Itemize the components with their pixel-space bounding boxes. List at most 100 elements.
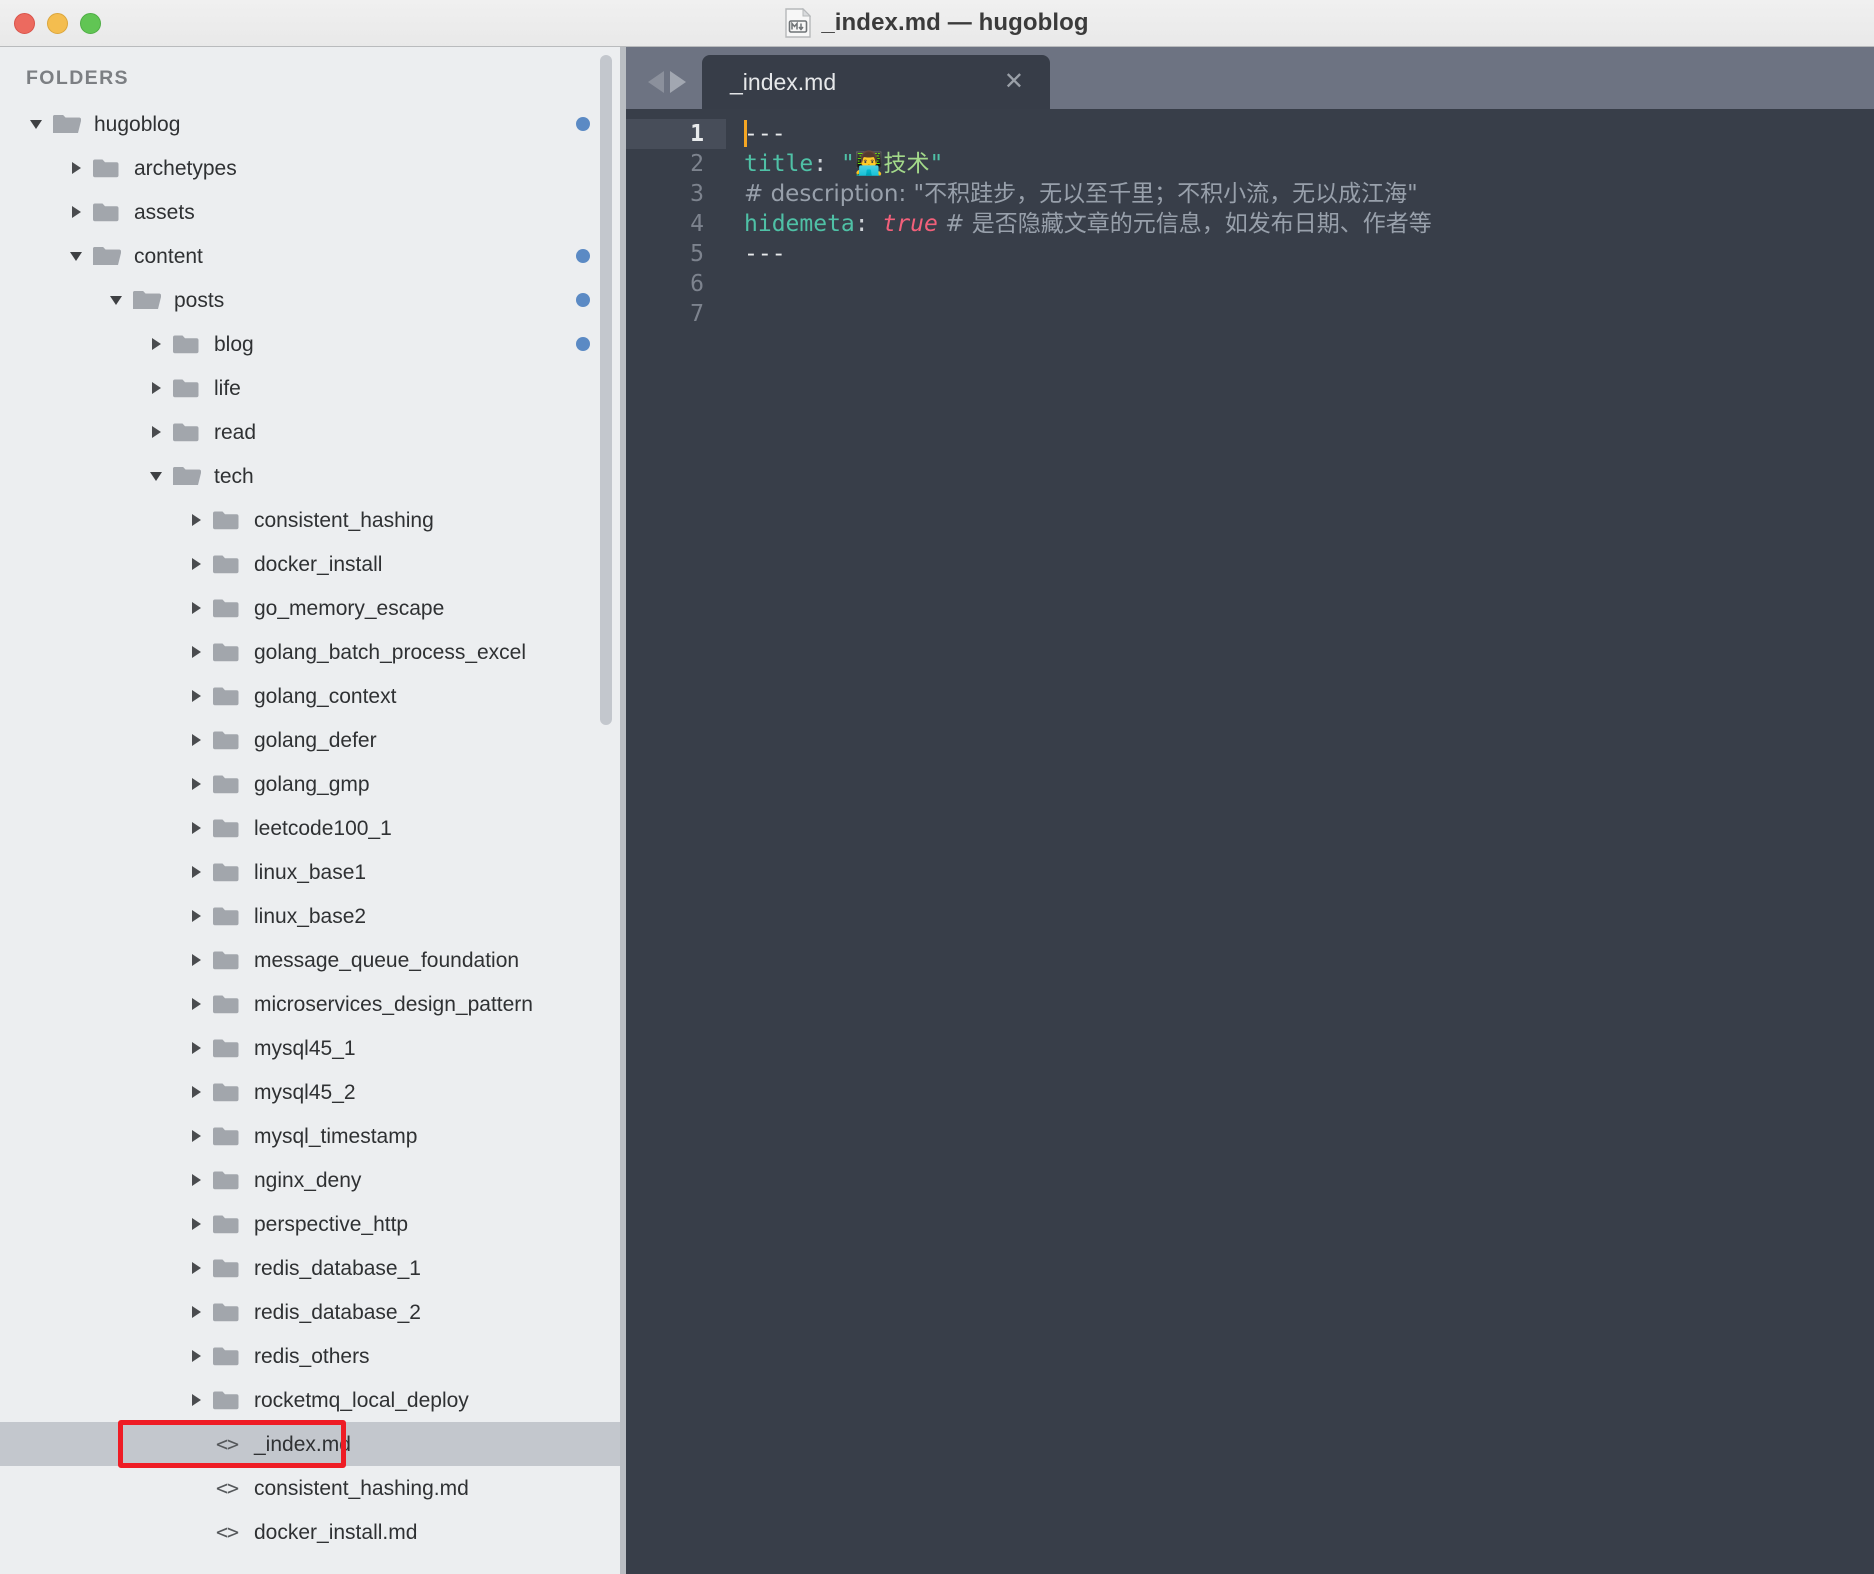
tree-folder-row[interactable]: golang_gmp	[0, 762, 620, 806]
close-icon[interactable]: ✕	[964, 70, 1050, 94]
tree-folder-row[interactable]: hugoblog	[0, 102, 620, 146]
modified-indicator-dot	[576, 293, 590, 307]
tree-folder-row[interactable]: mysql45_2	[0, 1070, 620, 1114]
tree-folder-row[interactable]: golang_batch_process_excel	[0, 630, 620, 674]
chevron-right-icon[interactable]	[186, 1346, 206, 1366]
chevron-right-icon[interactable]	[186, 554, 206, 574]
folder-icon	[212, 1300, 242, 1324]
triangle-right-icon[interactable]	[670, 71, 686, 93]
chevron-right-icon[interactable]	[186, 950, 206, 970]
chevron-right-icon[interactable]	[186, 686, 206, 706]
folder-icon	[212, 1036, 242, 1060]
code-content[interactable]: --- title: "👨‍💻技术" # description: "不积跬步，无以…	[726, 109, 1874, 1574]
tree-folder-row[interactable]: tech	[0, 454, 620, 498]
tree-folder-row[interactable]: docker_install	[0, 542, 620, 586]
tree-item-label: hugoblog	[94, 112, 181, 136]
tree-folder-row[interactable]: mysql_timestamp	[0, 1114, 620, 1158]
tree-file-row[interactable]: <> consistent_hashing.md	[0, 1466, 620, 1510]
chevron-down-icon[interactable]	[26, 114, 46, 134]
chevron-right-icon[interactable]	[186, 510, 206, 530]
tree-folder-row[interactable]: posts	[0, 278, 620, 322]
tree-folder-row[interactable]: linux_base1	[0, 850, 620, 894]
chevron-right-icon[interactable]	[186, 1126, 206, 1146]
tree-file-row[interactable]: <> _index.md	[0, 1422, 620, 1466]
code-file-icon: <>	[215, 1520, 239, 1544]
tree-folder-row[interactable]: blog	[0, 322, 620, 366]
folder-icon	[212, 1212, 242, 1236]
chevron-right-icon[interactable]	[186, 598, 206, 618]
tree-item-label: archetypes	[134, 156, 237, 180]
minimize-window-button[interactable]	[47, 12, 68, 34]
editor-area[interactable]: 1234567 --- title: "👨‍💻技术" # description: …	[626, 109, 1874, 1574]
tree-item-label: tech	[214, 464, 254, 488]
chevron-right-icon[interactable]	[186, 1082, 206, 1102]
window-controls[interactable]	[0, 12, 101, 34]
sidebar-scrollbar-track[interactable]	[600, 47, 612, 1574]
tree-folder-row[interactable]: archetypes	[0, 146, 620, 190]
chevron-right-icon[interactable]	[186, 906, 206, 926]
tree-folder-row[interactable]: assets	[0, 190, 620, 234]
chevron-right-icon[interactable]	[186, 994, 206, 1014]
tab-index-md[interactable]: _index.md ✕	[702, 55, 1050, 109]
zoom-window-button[interactable]	[80, 12, 101, 34]
chevron-right-icon[interactable]	[66, 202, 86, 222]
chevron-right-icon[interactable]	[186, 1302, 206, 1322]
chevron-right-icon[interactable]	[186, 730, 206, 750]
chevron-right-icon[interactable]	[186, 774, 206, 794]
folder-icon	[212, 640, 242, 664]
tree-folder-row[interactable]: redis_others	[0, 1334, 620, 1378]
chevron-right-icon[interactable]	[186, 818, 206, 838]
folder-tree[interactable]: hugoblog archetypes assets content posts blog…	[0, 102, 620, 1554]
chevron-right-icon[interactable]	[186, 1170, 206, 1190]
tree-folder-row[interactable]: rocketmq_local_deploy	[0, 1378, 620, 1422]
chevron-right-icon[interactable]	[146, 378, 166, 398]
chevron-right-icon[interactable]	[186, 642, 206, 662]
tree-item-label: linux_base2	[254, 904, 367, 928]
tree-folder-row[interactable]: content	[0, 234, 620, 278]
tab-bar: _index.md ✕	[626, 47, 1874, 109]
editor-pane: _index.md ✕ 1234567 --- title: "👨‍💻技术" # d…	[626, 47, 1874, 1574]
sidebar-scrollbar-thumb[interactable]	[600, 55, 612, 725]
chevron-right-icon[interactable]	[186, 1390, 206, 1410]
tree-file-row[interactable]: <> docker_install.md	[0, 1510, 620, 1554]
chevron-right-icon[interactable]	[66, 158, 86, 178]
code-line[interactable]: # description: "不积跬步，无以至千里；不积小流，无以成江海"	[744, 179, 1874, 209]
tree-folder-row[interactable]: golang_defer	[0, 718, 620, 762]
tree-folder-row[interactable]: leetcode100_1	[0, 806, 620, 850]
tree-folder-row[interactable]: consistent_hashing	[0, 498, 620, 542]
tree-folder-row[interactable]: life	[0, 366, 620, 410]
chevron-down-icon[interactable]	[66, 246, 86, 266]
tree-item-label: linux_base1	[254, 860, 367, 884]
triangle-left-icon[interactable]	[648, 71, 664, 93]
tree-folder-row[interactable]: perspective_http	[0, 1202, 620, 1246]
window-title: _index.md — hugoblog	[821, 9, 1089, 36]
chevron-right-icon[interactable]	[146, 334, 166, 354]
tree-item-label: nginx_deny	[254, 1168, 362, 1192]
tree-folder-row[interactable]: mysql45_1	[0, 1026, 620, 1070]
chevron-right-icon[interactable]	[186, 1258, 206, 1278]
tree-folder-row[interactable]: golang_context	[0, 674, 620, 718]
tree-folder-row[interactable]: go_memory_escape	[0, 586, 620, 630]
tree-folder-row[interactable]: message_queue_foundation	[0, 938, 620, 982]
tree-item-label: read	[214, 420, 257, 444]
tree-folder-row[interactable]: redis_database_1	[0, 1246, 620, 1290]
chevron-right-icon[interactable]	[186, 862, 206, 882]
code-line[interactable]: ---	[744, 239, 1874, 269]
chevron-down-icon[interactable]	[146, 466, 166, 486]
chevron-right-icon[interactable]	[146, 422, 166, 442]
code-line[interactable]: title: "👨‍💻技术"	[744, 149, 1874, 179]
nav-arrows[interactable]	[626, 71, 702, 109]
close-window-button[interactable]	[14, 12, 35, 34]
chevron-right-icon[interactable]	[186, 1038, 206, 1058]
tree-folder-row[interactable]: read	[0, 410, 620, 454]
code-line[interactable]	[744, 299, 1874, 329]
code-line[interactable]	[744, 269, 1874, 299]
tree-folder-row[interactable]: redis_database_2	[0, 1290, 620, 1334]
code-line[interactable]: hidemeta: true # 是否隐藏文章的元信息，如发布日期、作者等	[744, 209, 1874, 239]
tree-folder-row[interactable]: microservices_design_pattern	[0, 982, 620, 1026]
chevron-right-icon[interactable]	[186, 1214, 206, 1234]
code-line[interactable]: ---	[744, 119, 1874, 149]
tree-folder-row[interactable]: nginx_deny	[0, 1158, 620, 1202]
chevron-down-icon[interactable]	[106, 290, 126, 310]
tree-folder-row[interactable]: linux_base2	[0, 894, 620, 938]
